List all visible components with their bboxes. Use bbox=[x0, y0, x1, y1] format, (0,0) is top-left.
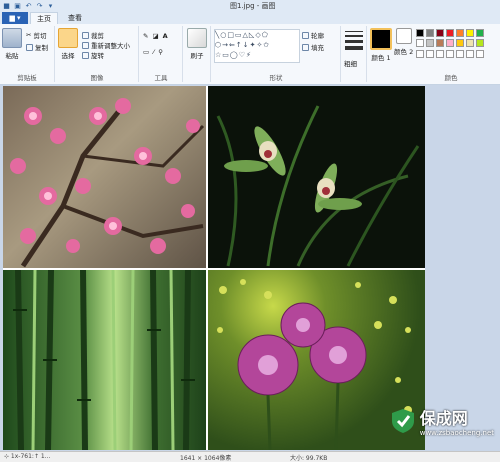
photo-bamboo bbox=[3, 269, 206, 450]
rotate-button[interactable]: 旋转 bbox=[82, 50, 104, 60]
clipboard-group-label: 剪贴板 bbox=[17, 74, 37, 82]
palette-color[interactable] bbox=[446, 39, 454, 47]
palette-color[interactable] bbox=[446, 29, 454, 37]
paste-icon bbox=[2, 28, 22, 48]
window-title: 图1.jpg - 画图 bbox=[230, 2, 276, 10]
brushes-button[interactable]: 刷子 bbox=[187, 28, 207, 60]
fill-bucket-icon[interactable]: ◪ bbox=[152, 32, 158, 40]
quick-access-toolbar: ■ ▣ ↶ ↷ ▾ bbox=[2, 1, 55, 11]
palette-color[interactable] bbox=[476, 39, 484, 47]
file-menu-button[interactable]: ▆ ▾ bbox=[2, 12, 28, 24]
colors-group: 颜色 1 颜色 2 颜色 bbox=[368, 26, 500, 82]
size-group: 粗细 bbox=[342, 26, 367, 82]
drawing-canvas[interactable] bbox=[3, 86, 425, 450]
shapes-group-label: 形状 bbox=[269, 74, 283, 82]
watermark-brand: 保成网 bbox=[419, 409, 468, 428]
scissors-icon: ✂ bbox=[26, 31, 32, 39]
palette-color[interactable] bbox=[426, 29, 434, 37]
eraser-icon[interactable]: ▭ bbox=[143, 48, 149, 56]
palette-color[interactable] bbox=[436, 29, 444, 37]
rotate-icon bbox=[82, 51, 89, 59]
shapes-group: ╲○□▭△◺◇⬠ ⬡→⇐↑↓✦✧✩ ☆▭◯♡⚡ 轮廓 填充 形状 bbox=[212, 26, 341, 82]
clipboard-group: 粘贴 ✂ 剪切 复制 剪贴板 bbox=[0, 26, 55, 82]
customize-toolbar-icon[interactable]: ▾ bbox=[46, 2, 55, 11]
size-icon[interactable] bbox=[345, 31, 363, 50]
palette-color[interactable] bbox=[466, 39, 474, 47]
cut-button[interactable]: ✂ 剪切 bbox=[26, 30, 46, 40]
redo-icon[interactable]: ↷ bbox=[35, 2, 44, 11]
undo-icon[interactable]: ↶ bbox=[24, 2, 33, 11]
ribbon-tabs: ▆ ▾ 主页 查看 bbox=[0, 12, 500, 25]
image-group-label: 图像 bbox=[90, 74, 104, 82]
palette-color[interactable] bbox=[416, 29, 424, 37]
outline-icon bbox=[302, 31, 309, 39]
canvas-area: 保成网 www.zsbaocheng.net bbox=[0, 85, 500, 451]
ribbon: 粘贴 ✂剪切 复制 剪贴板 选择 裁剪 重新调整大小 旋转 图像 ✎ ◪ A bbox=[0, 24, 500, 85]
pencil-icon[interactable]: ✎ bbox=[143, 32, 148, 40]
brush-icon bbox=[187, 28, 207, 48]
crop-button[interactable]: 裁剪 bbox=[82, 30, 104, 40]
tab-view[interactable]: 查看 bbox=[62, 12, 88, 24]
copy-icon bbox=[26, 43, 33, 51]
custom-colors bbox=[416, 50, 484, 58]
fill-icon bbox=[302, 43, 309, 51]
palette-color[interactable] bbox=[416, 39, 424, 47]
text-icon[interactable]: A bbox=[163, 32, 168, 40]
crop-icon bbox=[82, 31, 89, 39]
palette-color[interactable] bbox=[456, 39, 464, 47]
tools-group-label: 工具 bbox=[154, 74, 168, 82]
image-group: 选择 裁剪 重新调整大小 旋转 图像 bbox=[56, 26, 139, 82]
select-button[interactable]: 选择 bbox=[58, 28, 78, 60]
select-icon bbox=[58, 28, 78, 48]
brushes-group: 刷子 bbox=[184, 26, 211, 82]
resize-icon bbox=[82, 41, 89, 49]
color-palette bbox=[416, 29, 484, 47]
color1-swatch bbox=[370, 28, 392, 50]
palette-color[interactable] bbox=[466, 29, 474, 37]
photo-orchid bbox=[208, 86, 425, 268]
tools-group: ✎ ◪ A ▭ ⁄ ⚲ 工具 bbox=[140, 26, 183, 82]
palette-color[interactable] bbox=[456, 29, 464, 37]
status-bar: ⊹ 1x-761:↑ 1... 1641 × 1064像素 大小: 99.7KB bbox=[0, 451, 500, 462]
palette-color[interactable] bbox=[426, 39, 434, 47]
magnifier-icon[interactable]: ⚲ bbox=[158, 48, 163, 56]
watermark: 保成网 www.zsbaocheng.net bbox=[390, 405, 494, 437]
status-cursor: ⊹ 1x-761:↑ 1... bbox=[4, 453, 51, 460]
watermark-url: www.zsbaocheng.net bbox=[419, 429, 494, 437]
save-icon[interactable]: ▣ bbox=[13, 2, 22, 11]
palette-color[interactable] bbox=[476, 29, 484, 37]
colors-group-label: 颜色 bbox=[444, 74, 458, 82]
color1-button[interactable]: 颜色 1 bbox=[370, 28, 392, 62]
outline-button[interactable]: 轮廓 bbox=[302, 30, 324, 40]
paint-app-icon[interactable]: ■ bbox=[2, 2, 11, 11]
color2-button[interactable]: 颜色 2 bbox=[394, 28, 413, 56]
shield-logo-icon bbox=[391, 409, 414, 433]
copy-button[interactable]: 复制 bbox=[26, 42, 48, 52]
fill-button[interactable]: 填充 bbox=[302, 42, 324, 52]
photo-plum-blossom bbox=[3, 86, 206, 268]
resize-button[interactable]: 重新调整大小 bbox=[82, 40, 130, 50]
color2-swatch bbox=[395, 28, 412, 44]
size-label: 粗细 bbox=[344, 60, 357, 68]
shapes-gallery[interactable]: ╲○□▭△◺◇⬠ ⬡→⇐↑↓✦✧✩ ☆▭◯♡⚡ bbox=[214, 29, 300, 63]
color-picker-icon[interactable]: ⁄ bbox=[153, 48, 154, 56]
palette-color[interactable] bbox=[436, 39, 444, 47]
paste-button[interactable]: 粘贴 bbox=[2, 28, 22, 60]
